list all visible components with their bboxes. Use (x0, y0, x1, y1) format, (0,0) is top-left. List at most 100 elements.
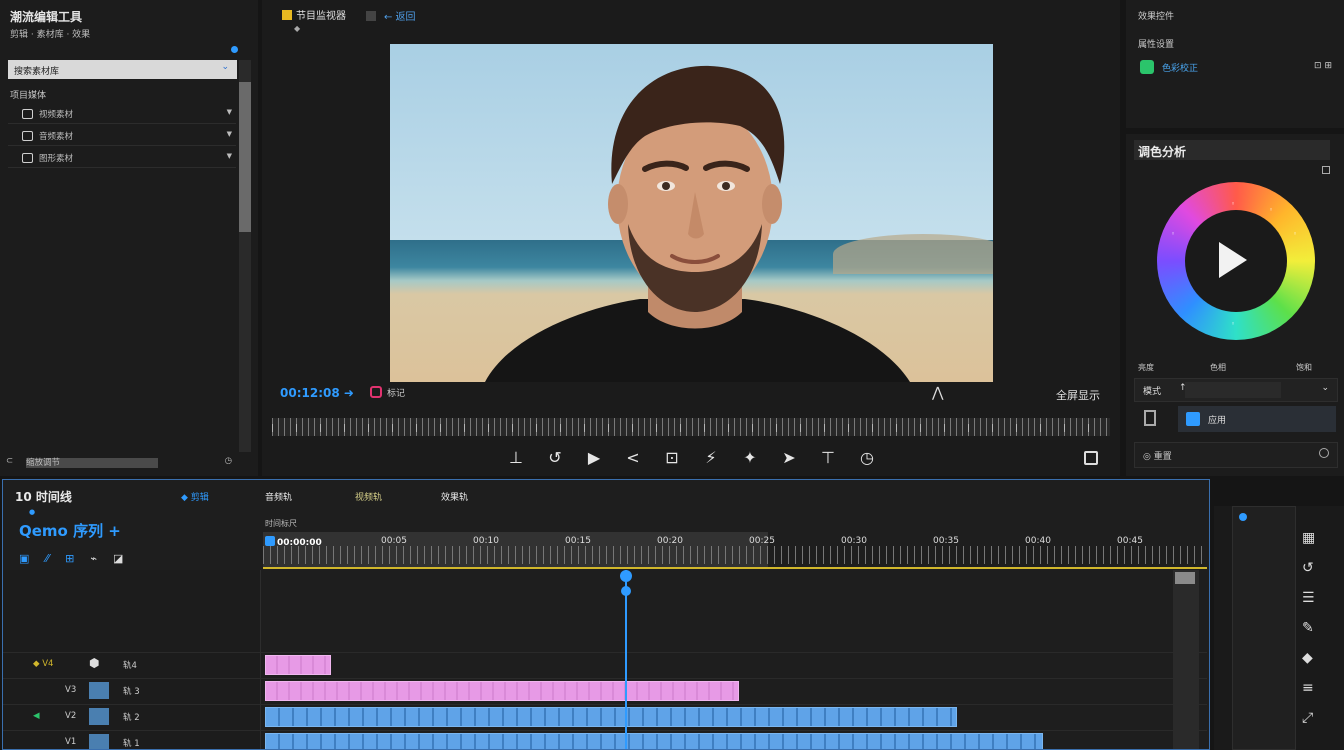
marker-icon[interactable]: ◆ (1302, 650, 1315, 666)
ruler-tick-label: 00:30 (841, 536, 867, 546)
clip[interactable] (265, 681, 739, 701)
play-icon[interactable]: ▶ (584, 448, 604, 467)
image-icon[interactable]: ▣ (19, 552, 29, 565)
text-tool-icon[interactable]: ⊤ (818, 448, 838, 467)
send-icon[interactable]: ➤ (779, 448, 799, 467)
panel-title: 效果控件 (1138, 12, 1175, 22)
tab-audio[interactable]: 音频轨 (265, 490, 292, 503)
step-back-icon[interactable]: < (623, 448, 643, 467)
transform-icon[interactable]: ⤢ (1302, 710, 1315, 726)
tab-video[interactable]: 视频轨 (355, 490, 382, 503)
folder-icon (22, 153, 33, 163)
monitor-icon (282, 10, 292, 20)
grid-icon[interactable]: ▦ (1302, 530, 1315, 546)
crop-icon[interactable]: ⊡ (662, 448, 682, 467)
sequence-name[interactable]: Qemo 序列 + (19, 520, 121, 541)
fullscreen-button[interactable] (1084, 451, 1098, 465)
panel-title: 潮流编辑工具 (10, 10, 83, 24)
link-icon[interactable]: ⌁ (90, 552, 97, 565)
reset-icon (1319, 448, 1329, 458)
color-wheel[interactable]: ◦ ◦ ◦ ◦ ◦ (1157, 182, 1315, 340)
timecode-display[interactable]: 00:12:08 ➜ (280, 386, 354, 400)
track-header[interactable]: ◆ V4 ⬢ 轨4 (3, 653, 261, 677)
play-icon[interactable] (1219, 242, 1247, 278)
wave-icon[interactable]: ⋀ (932, 385, 943, 401)
list-item[interactable]: 音频素材 ▼ (8, 126, 236, 146)
zoom-icon: ⊂ (6, 456, 14, 466)
mode-select[interactable]: 模式 ↑ ⌄ (1134, 378, 1338, 402)
clip[interactable] (265, 707, 957, 727)
loop-icon[interactable]: ↺ (545, 448, 565, 467)
monitor-title: 节目监视器 (282, 7, 346, 22)
ruler-ticks (263, 546, 1207, 564)
reset-button[interactable]: ◎ 重置 (1134, 442, 1338, 468)
split-icon[interactable]: ⊥ (506, 448, 526, 467)
wheel-marker-icon: ◦ (1231, 320, 1236, 328)
apply-button[interactable]: 应用 (1178, 406, 1336, 432)
time-ruler[interactable]: 00:00:00 00:05 00:10 00:15 00:20 00:25 0… (263, 532, 1207, 569)
comment-icon[interactable]: ◪ (113, 552, 123, 565)
refresh-icon[interactable]: ◷ (225, 456, 232, 466)
apply-row: 应用 (1134, 406, 1338, 434)
portrait-figure (485, 65, 910, 382)
back-link[interactable]: ← 返回 (366, 8, 416, 23)
layers-icon[interactable]: ☰ (1302, 590, 1315, 606)
video-frame[interactable] (390, 44, 993, 382)
chevron-down-icon[interactable]: ▼ (227, 108, 232, 116)
chevron-down-icon[interactable]: ▼ (227, 130, 232, 138)
panel-menu-icon[interactable] (1322, 166, 1330, 174)
fullscreen-label[interactable]: 全屏显示 (1056, 387, 1100, 403)
wheel-marker-icon: ◦ (1269, 206, 1274, 214)
scrollbar-thumb[interactable] (1175, 572, 1195, 584)
tab-effects[interactable]: 效果轨 (441, 490, 468, 503)
clip[interactable] (265, 655, 331, 675)
panel-subtitle: 剪辑 · 素材库 · 效果 (10, 30, 91, 40)
scrub-ticks (272, 424, 1110, 432)
rotate-icon[interactable]: ↺ (1302, 560, 1315, 576)
list-item[interactable]: 视频素材 ▼ (8, 104, 236, 124)
document-icon[interactable] (1144, 410, 1156, 426)
tool-icon[interactable]: ⁄⁄ (45, 552, 49, 565)
timer-icon[interactable]: ◷ (857, 448, 877, 467)
media-browser-panel: 潮流编辑工具 剪辑 · 素材库 · 效果 搜索素材库 ⌄ 项目媒体 视频素材 ▼… (0, 0, 258, 476)
apply-icon (1186, 412, 1200, 426)
playhead-marker-icon (265, 536, 275, 546)
list-item[interactable]: 图形素材 ▼ (8, 148, 236, 168)
chevron-down-icon[interactable]: ⌄ (1321, 383, 1329, 393)
align-icon[interactable]: ≡ (1302, 680, 1315, 696)
marker-button[interactable]: 标记 (370, 386, 405, 399)
mode-label: 模式 (1143, 387, 1162, 397)
playhead-handle-icon[interactable] (620, 570, 632, 582)
layout-toggle-icon[interactable]: ⊡ ⊞ (1314, 61, 1332, 71)
playhead-handle-icon[interactable] (621, 586, 631, 596)
effect-icon[interactable]: ⚡ (701, 448, 721, 467)
chevron-down-icon[interactable]: ▼ (227, 152, 232, 160)
playhead[interactable] (620, 570, 632, 749)
wheel-marker-icon: ◦ (1171, 230, 1176, 238)
chevron-down-icon[interactable]: ⌄ (221, 62, 229, 72)
clip[interactable] (265, 733, 1043, 749)
edit-icon[interactable]: ✎ (1302, 620, 1315, 636)
vertical-scrollbar[interactable] (1173, 570, 1199, 749)
search-input[interactable]: 搜索素材库 ⌄ (8, 60, 237, 79)
zoom-slider[interactable]: ⊂ 缩放调节 ◷ (6, 456, 238, 470)
mode-select-box[interactable] (1185, 382, 1281, 398)
track-thumbnail (89, 708, 109, 725)
panel-title: 调色分析 (1134, 140, 1330, 160)
work-area-bar[interactable] (263, 567, 1207, 569)
color-correction-item[interactable]: 色彩校正 (1140, 60, 1198, 74)
tab-edit[interactable]: ◆ 剪辑 (181, 490, 209, 503)
track-v1: V1 轨 1 (3, 730, 1207, 749)
marker-icon (370, 386, 382, 398)
mode-value: ↑ (1179, 383, 1187, 393)
snap-icon[interactable]: ⊞ (65, 552, 74, 565)
sparkle-icon[interactable]: ✦ (740, 448, 760, 467)
scrub-bar[interactable] (272, 418, 1110, 436)
status-dot-icon (231, 46, 238, 53)
track-header[interactable]: ◀ V2 轨 2 (3, 705, 261, 729)
scrollbar-thumb[interactable] (239, 82, 251, 232)
wheel-marker-icon: ◦ (1231, 200, 1236, 208)
track-header[interactable]: V1 轨 1 (3, 731, 261, 749)
track-header[interactable]: V3 轨 3 (3, 679, 261, 703)
transport-controls: ⊥ ↺ ▶ < ⊡ ⚡ ✦ ➤ ⊤ ◷ (506, 448, 877, 467)
